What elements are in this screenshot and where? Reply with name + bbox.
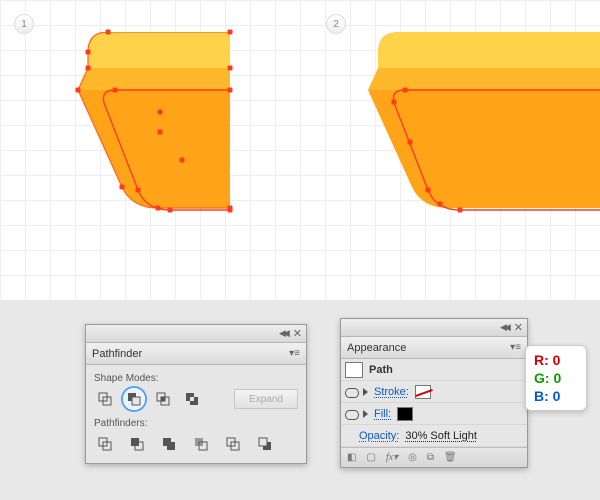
rgb-r: R: 0 (534, 351, 578, 369)
panel-menu-icon[interactable]: ▾≡ (289, 348, 300, 359)
stroke-swatch-none-icon[interactable] (415, 385, 431, 399)
fill-swatch-black-icon[interactable] (397, 407, 413, 421)
collapse-chevrons-icon[interactable]: ◀◀ (279, 328, 287, 339)
pathfinders-row (94, 433, 298, 455)
appearance-opacity-row[interactable]: Opacity: 30% Soft Light (341, 425, 527, 447)
vector-shape-1[interactable] (70, 32, 230, 220)
footer-trash-icon[interactable]: 🗑 (444, 452, 457, 463)
shape-modes-row: Expand (94, 388, 298, 410)
disclosure-triangle-icon[interactable] (363, 410, 368, 418)
disclosure-triangle-icon[interactable] (363, 388, 368, 396)
rgb-g: G: 0 (534, 369, 578, 387)
appearance-stroke-row[interactable]: Stroke: (341, 381, 527, 403)
vector-shape-2[interactable] (360, 32, 600, 220)
stroke-label[interactable]: Stroke: (374, 386, 409, 398)
step-badge-2: 2 (326, 14, 346, 34)
footer-clear-icon[interactable]: ▢ (366, 452, 375, 463)
pf-trim[interactable] (126, 433, 148, 455)
panel-title: Appearance (347, 342, 406, 354)
pathfinder-panel: ◀◀ ✕ Pathfinder ▾≡ Shape Modes: Expand P… (85, 324, 307, 464)
visibility-eye-icon[interactable] (345, 408, 357, 420)
collapse-chevrons-icon[interactable]: ◀◀ (500, 322, 508, 333)
opacity-value[interactable]: 30% Soft Light (405, 430, 477, 442)
pf-divide[interactable] (94, 433, 116, 455)
footer-ring-icon[interactable]: ◎ (408, 452, 417, 463)
appearance-fill-row[interactable]: Fill: (341, 403, 527, 425)
panel-titlebar[interactable]: ◀◀ ✕ (341, 319, 527, 337)
panel-header: Appearance ▾≡ (341, 337, 527, 359)
target-type: Path (369, 364, 393, 376)
panel-menu-icon[interactable]: ▾≡ (510, 342, 521, 353)
visibility-eye-icon[interactable] (345, 386, 357, 398)
pf-outline[interactable] (222, 433, 244, 455)
pf-merge[interactable] (158, 433, 180, 455)
artboard-grid: 1 2 (0, 0, 600, 300)
panel-title: Pathfinder (92, 348, 142, 360)
footer-duplicate-icon[interactable]: ⧉ (427, 452, 434, 463)
panel-header: Pathfinder ▾≡ (86, 343, 306, 365)
footer-layer-toggle-icon[interactable]: ◧ (347, 452, 356, 463)
close-icon[interactable]: ✕ (293, 327, 302, 340)
panel-titlebar[interactable]: ◀◀ ✕ (86, 325, 306, 343)
mode-exclude[interactable] (181, 388, 203, 410)
appearance-footer: ◧ ▢ fx▾ ◎ ⧉ 🗑 (341, 447, 527, 467)
pf-crop[interactable] (190, 433, 212, 455)
appearance-panel: ◀◀ ✕ Appearance ▾≡ Path Stroke: Fill: (340, 318, 528, 468)
mode-minus-front[interactable] (123, 388, 145, 410)
opacity-label[interactable]: Opacity: (359, 430, 399, 442)
appearance-target-row[interactable]: Path (341, 359, 527, 381)
mode-unite[interactable] (94, 388, 116, 410)
pathfinders-label: Pathfinders: (94, 418, 298, 429)
panel-area: ◀◀ ✕ Pathfinder ▾≡ Shape Modes: Expand P… (0, 300, 600, 500)
shape-modes-label: Shape Modes: (94, 373, 298, 384)
expand-button[interactable]: Expand (234, 389, 298, 409)
mode-intersect[interactable] (152, 388, 174, 410)
close-icon[interactable]: ✕ (514, 321, 523, 334)
rgb-readout-card: R: 0 G: 0 B: 0 (525, 345, 587, 411)
footer-fx-icon[interactable]: fx▾ (386, 452, 398, 463)
rgb-b: B: 0 (534, 387, 578, 405)
target-swatch-icon (345, 362, 363, 378)
fill-label[interactable]: Fill: (374, 408, 391, 420)
appearance-list: Path Stroke: Fill: Opacity: 30% Soft Lig… (341, 359, 527, 447)
step-badge-1: 1 (14, 14, 34, 34)
pf-minus-back[interactable] (254, 433, 276, 455)
